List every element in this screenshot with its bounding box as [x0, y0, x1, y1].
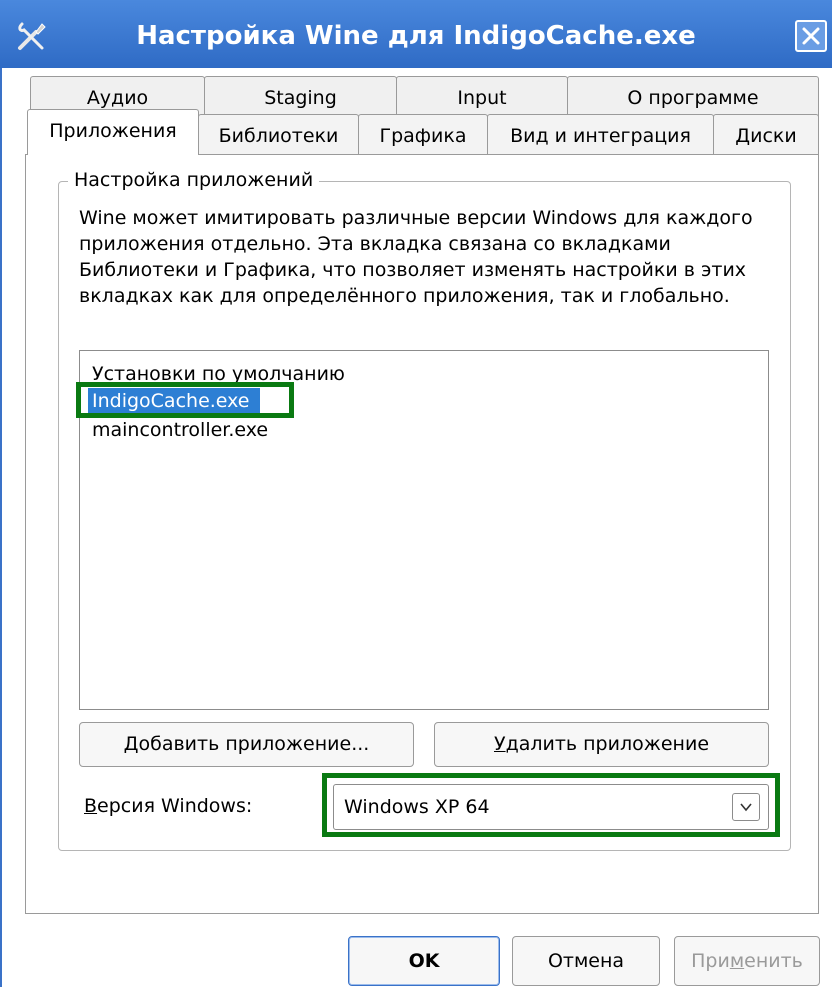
list-item[interactable]: Установки по умолчанию — [92, 361, 345, 387]
mnemonic: У — [493, 733, 506, 755]
button-label: енить — [744, 950, 803, 972]
tab-applications[interactable]: Приложения — [27, 109, 199, 155]
close-icon — [802, 27, 820, 45]
apply-button[interactable]: Применить — [674, 936, 820, 986]
cancel-button[interactable]: Отмена — [512, 936, 660, 986]
group-title: Настройка приложений — [68, 169, 320, 191]
button-label: При — [691, 950, 730, 972]
tab-libraries[interactable]: Библиотеки — [198, 114, 359, 156]
tab-staging[interactable]: Staging — [204, 76, 397, 118]
list-item-selected[interactable]: IndigoCache.exe — [88, 388, 260, 414]
tools-icon[interactable] — [14, 18, 50, 54]
label-text: ерсия Windows: — [97, 795, 253, 817]
chevron-down-icon — [740, 803, 752, 812]
window-title: Настройка Wine для IndigoCache.exe — [136, 21, 696, 51]
tab-input[interactable]: Input — [396, 76, 568, 118]
button-label: обавить приложение... — [138, 733, 370, 755]
list-item[interactable]: maincontroller.exe — [92, 417, 268, 443]
dropdown-button[interactable] — [732, 793, 760, 821]
windows-version-select[interactable]: Windows XP 64 — [333, 784, 769, 830]
group-description: Wine может имитировать различные версии … — [79, 207, 753, 307]
tab-about[interactable]: О программе — [567, 76, 819, 118]
mnemonic: м — [729, 950, 745, 972]
ok-button[interactable]: OK — [348, 936, 500, 986]
button-label: далить приложение — [505, 733, 710, 755]
application-list[interactable]: Установки по умолчанию IndigoCache.exe m… — [79, 350, 769, 710]
selected-value: Windows XP 64 — [344, 796, 490, 818]
close-button[interactable] — [795, 20, 827, 52]
tab-desktop-integration[interactable]: Вид и интеграция — [487, 114, 714, 156]
remove-application-button[interactable]: Удалить приложение — [434, 722, 769, 767]
mnemonic: В — [84, 795, 98, 817]
mnemonic: Д — [123, 733, 139, 755]
title-bar[interactable]: Настройка Wine для IndigoCache.exe — [0, 0, 832, 68]
tab-drives[interactable]: Диски — [713, 114, 819, 156]
windows-version-label: Версия Windows: — [84, 795, 252, 817]
add-application-button[interactable]: Добавить приложение... — [79, 722, 414, 767]
tab-graphics[interactable]: Графика — [358, 114, 488, 156]
